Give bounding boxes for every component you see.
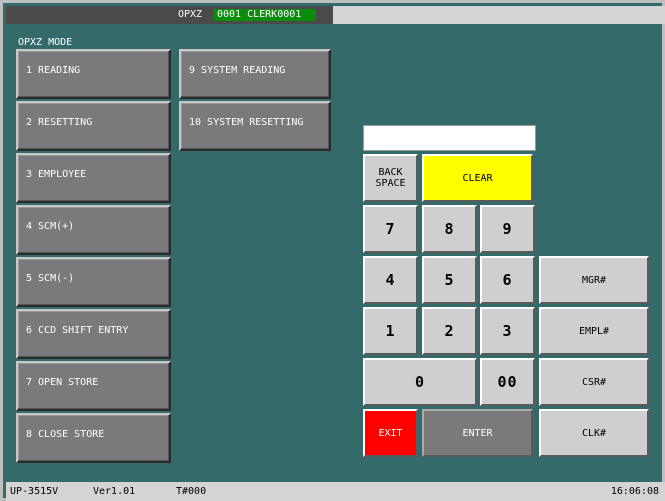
open-store-button[interactable]: 7 OPEN STORE <box>16 361 171 411</box>
key-6[interactable]: 6 <box>480 256 535 304</box>
terminal-number: T#000 <box>176 486 207 497</box>
manager-key[interactable]: MGR# <box>539 256 649 304</box>
scm-plus-button[interactable]: 4 SCM(+) <box>16 205 171 255</box>
key-9[interactable]: 9 <box>480 205 535 253</box>
close-store-button[interactable]: 8 CLOSE STORE <box>16 413 171 463</box>
key-2[interactable]: 2 <box>422 307 477 355</box>
key-3[interactable]: 3 <box>480 307 535 355</box>
pos-screen: OPXZ 0001 CLERK0001 OPXZ MODE 1 READING … <box>0 0 665 501</box>
clerk-key[interactable]: CLK# <box>539 409 649 457</box>
model-name: UP-3515V <box>10 486 59 497</box>
backspace-key[interactable]: BACK SPACE <box>363 154 418 202</box>
clock-time: 16:06:08 <box>610 486 659 497</box>
clerk-badge: 0001 CLERK0001 <box>214 9 316 21</box>
key-0[interactable]: 0 <box>363 358 477 406</box>
top-bar: OPXZ 0001 CLERK0001 <box>6 6 665 24</box>
mode-indicator: OPXZ <box>178 9 203 20</box>
system-resetting-button[interactable]: 10 SYSTEM RESETTING <box>179 101 331 151</box>
system-reading-button[interactable]: 9 SYSTEM READING <box>179 49 331 99</box>
reading-button[interactable]: 1 READING <box>16 49 171 99</box>
key-00[interactable]: 00 <box>480 358 535 406</box>
employee-button[interactable]: 3 EMPLOYEE <box>16 153 171 203</box>
version-label: Ver1.01 <box>93 486 136 497</box>
clear-key[interactable]: CLEAR <box>422 154 533 202</box>
entry-display <box>363 125 536 151</box>
key-7[interactable]: 7 <box>363 205 418 253</box>
mode-label: OPXZ MODE <box>18 37 73 48</box>
scm-minus-button[interactable]: 5 SCM(-) <box>16 257 171 307</box>
key-5[interactable]: 5 <box>422 256 477 304</box>
resetting-button[interactable]: 2 RESETTING <box>16 101 171 151</box>
enter-key[interactable]: ENTER <box>422 409 533 457</box>
ccd-shift-entry-button[interactable]: 6 CCD SHIFT ENTRY <box>16 309 171 359</box>
cashier-key[interactable]: CSR# <box>539 358 649 406</box>
employee-key[interactable]: EMPL# <box>539 307 649 355</box>
exit-key[interactable]: EXIT <box>363 409 418 457</box>
status-bar: UP-3515V Ver1.01 T#000 16:06:08 <box>6 482 665 501</box>
key-8[interactable]: 8 <box>422 205 477 253</box>
key-4[interactable]: 4 <box>363 256 418 304</box>
key-1[interactable]: 1 <box>363 307 418 355</box>
